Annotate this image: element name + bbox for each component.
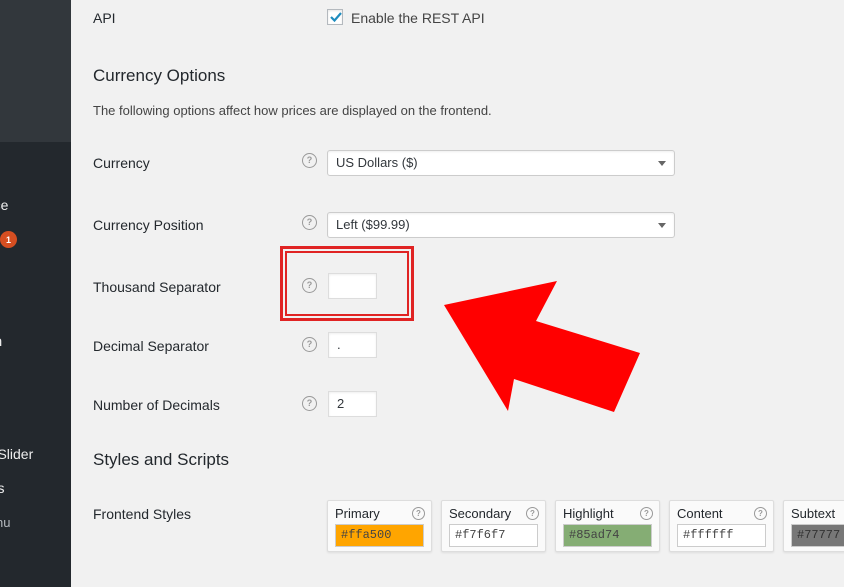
currency-select[interactable]: US Dollars ($) <box>327 150 675 176</box>
api-label: API <box>93 10 116 26</box>
color-picker-input[interactable]: #77777 <box>791 524 844 547</box>
chevron-down-icon <box>658 223 666 228</box>
update-count-badge: 1 <box>0 231 17 248</box>
help-icon[interactable]: ? <box>640 507 653 520</box>
color-picker-input[interactable]: #f7f6f7 <box>449 524 538 547</box>
help-icon[interactable]: ? <box>412 507 425 520</box>
frontend-styles-label: Frontend Styles <box>93 506 192 522</box>
currency-options-description: The following options affect how prices … <box>93 103 492 118</box>
color-card-title: Secondary <box>449 506 512 521</box>
decimal-separator-label: Decimal Separator <box>93 338 209 354</box>
sidebar-item-fonts[interactable]: onts <box>0 480 4 496</box>
help-icon[interactable]: ? <box>302 337 317 352</box>
sidebar-item-appearance[interactable]: ance <box>0 197 8 213</box>
currency-options-heading: Currency Options <box>93 66 226 85</box>
color-picker-input[interactable]: #85ad74 <box>563 524 652 547</box>
number-of-decimals-label: Number of Decimals <box>93 397 220 413</box>
currency-position-select[interactable]: Left ($99.99) <box>327 212 675 238</box>
color-card-title: Subtext <box>791 506 836 521</box>
color-card-title: Primary <box>335 506 380 521</box>
color-card-content: Content ? #ffffff <box>669 500 774 552</box>
color-card-title: Content <box>677 506 723 521</box>
chevron-down-icon <box>658 161 666 166</box>
help-icon[interactable]: ? <box>302 396 317 411</box>
currency-position-label: Currency Position <box>93 217 204 233</box>
styles-scripts-heading: Styles and Scripts <box>93 450 230 469</box>
color-card-subtext: Subtext #77777 <box>783 500 844 552</box>
number-of-decimals-input[interactable]: 2 <box>328 391 377 417</box>
annotation-arrow-shape <box>444 281 640 412</box>
sidebar-collapse-menu[interactable]: menu <box>0 515 11 530</box>
annotation-highlight-box <box>280 246 414 321</box>
admin-sidebar: s us s ance 1 orm on Slider onts menu <box>0 0 71 587</box>
annotation-arrow-icon <box>444 281 640 412</box>
sidebar-submenu-panel <box>0 0 71 142</box>
color-picker-input[interactable]: #ffffff <box>677 524 766 547</box>
help-icon[interactable]: ? <box>754 507 767 520</box>
currency-position-select-value: Left ($99.99) <box>336 217 410 232</box>
color-picker-input[interactable]: #ffa500 <box>335 524 424 547</box>
enable-rest-api-checkbox[interactable] <box>327 9 343 25</box>
thousand-separator-label: Thousand Separator <box>93 279 221 295</box>
color-card-primary: Primary ? #ffa500 <box>327 500 432 552</box>
color-card-title: Highlight <box>563 506 614 521</box>
help-icon[interactable]: ? <box>302 215 317 230</box>
checkmark-icon <box>330 12 342 23</box>
help-icon[interactable]: ? <box>302 153 317 168</box>
enable-rest-api-label[interactable]: Enable the REST API <box>351 10 485 26</box>
currency-select-value: US Dollars ($) <box>336 155 418 170</box>
sidebar-item-slider[interactable]: on Slider <box>0 446 33 462</box>
help-icon[interactable]: ? <box>526 507 539 520</box>
currency-label: Currency <box>93 155 150 171</box>
settings-main: API Enable the REST API Currency Options… <box>71 0 844 587</box>
color-card-highlight: Highlight ? #85ad74 <box>555 500 660 552</box>
color-card-secondary: Secondary ? #f7f6f7 <box>441 500 546 552</box>
sidebar-item[interactable]: orm <box>0 333 2 349</box>
decimal-separator-input[interactable]: . <box>328 332 377 358</box>
